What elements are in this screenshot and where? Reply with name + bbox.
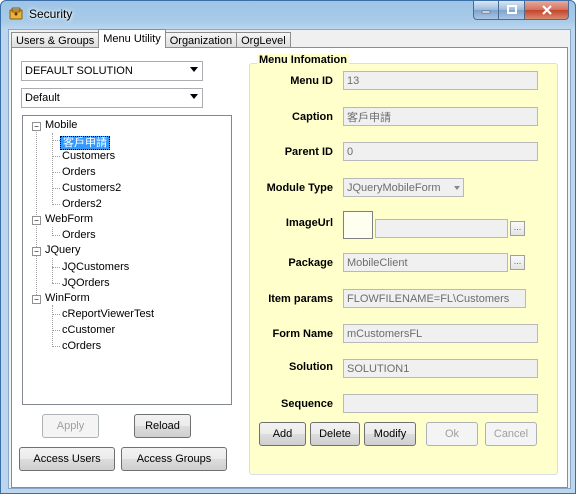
key-app-icon [9,7,23,20]
browse-image-button[interactable]: ... [510,221,525,236]
maximize-icon[interactable] [499,1,525,20]
tree-node-item[interactable]: Orders2 [62,198,102,210]
tree-connector [52,346,60,347]
tree-connector [52,305,53,345]
tree-connector [52,156,60,157]
tree-node-item[interactable]: JQCustomers [62,261,129,273]
parent-id-field[interactable]: 0 [343,142,538,161]
tree-connector [52,133,53,205]
parent-id-label: Parent ID [284,146,333,158]
tree-connector [36,126,37,299]
menu-id-label: Menu ID [290,75,333,87]
add-button[interactable]: Add [259,422,306,446]
tree-node-item[interactable]: cOrders [62,340,101,352]
tree-connector [52,267,60,268]
tree-connector [52,204,60,205]
window-title: Security [29,7,73,21]
tree-connector [52,283,60,284]
caption-label: Caption [292,111,333,123]
chevron-down-icon[interactable] [190,94,198,99]
modify-button[interactable]: Modify [364,422,416,446]
access-users-button[interactable]: Access Users [19,447,115,471]
browse-package-button[interactable]: ... [510,255,525,270]
tree-connector [52,314,60,315]
collapse-icon[interactable]: − [32,295,41,304]
form-name-field[interactable]: mCustomersFL [343,324,538,343]
item-params-field[interactable]: FLOWFILENAME=FL\Customers [343,289,526,308]
module-type-combo[interactable]: JQueryMobileForm [343,178,464,197]
tree-node-webform[interactable]: WebForm [45,213,93,225]
tab-menu-utility[interactable]: Menu Utility [98,29,166,48]
tree-node-selected[interactable]: 客戶申請 [60,134,110,150]
menu-utility-page: DEFAULT SOLUTION Default − Mobile 客戶申請 C… [11,47,568,488]
chevron-down-icon[interactable] [454,186,460,190]
package-label: Package [288,257,333,269]
ok-button[interactable]: Ok [426,422,478,446]
tree-node-item[interactable]: Customers2 [62,182,121,194]
tab-orglevel[interactable]: OrgLevel [236,32,291,48]
tab-strip: Users & Groups Menu Utility Organization… [11,29,291,48]
image-url-field[interactable] [375,219,508,238]
menu-id-field[interactable]: 13 [343,71,538,90]
tree-connector [52,172,60,173]
tree-node-item[interactable]: cReportViewerTest [62,308,154,320]
tree-connector [52,140,60,141]
form-name-label: Form Name [272,328,333,340]
item-params-label: Item params [268,293,333,305]
solution-label: Solution [289,361,333,373]
apply-button[interactable]: Apply [42,414,99,438]
solution-combo[interactable]: DEFAULT SOLUTION [21,61,203,81]
chevron-down-icon[interactable] [190,67,198,72]
collapse-icon[interactable]: − [32,247,41,256]
package-field[interactable]: MobileClient [343,253,508,272]
tree-node-label: 客戶申請 [60,136,110,150]
cancel-button[interactable]: Cancel [485,422,537,446]
access-groups-button[interactable]: Access Groups [121,447,227,471]
tab-organization[interactable]: Organization [164,32,238,48]
image-url-label: ImageUrl [285,217,333,229]
tree-connector [52,188,60,189]
tree-node-item[interactable]: Orders [62,166,96,178]
menu-combo-value: Default [25,92,60,104]
window-controls [473,1,569,21]
tree-connector [52,235,60,236]
sequence-label: Sequence [281,398,333,410]
security-window: Security Users & Groups Menu Utility Org… [0,0,576,494]
close-icon[interactable] [525,1,569,20]
menu-information-title: Menu Infomation [257,54,349,66]
tree-node-item[interactable]: Customers [62,150,115,162]
menu-tree[interactable]: − Mobile 客戶申請 Customers Orders Customers… [22,115,232,405]
solution-combo-value: DEFAULT SOLUTION [25,65,133,77]
menu-combo[interactable]: Default [21,88,203,108]
collapse-icon[interactable]: − [32,122,41,131]
sequence-field[interactable] [343,394,538,413]
tab-users-groups[interactable]: Users & Groups [11,32,100,48]
minimize-icon[interactable] [473,1,499,20]
module-type-label: Module Type [266,182,333,194]
caption-field[interactable]: 客戶申請 [343,107,538,126]
tree-node-item[interactable]: Orders [62,229,96,241]
tree-node-item[interactable]: JQOrders [62,277,110,289]
tree-node-winform[interactable]: WinForm [45,292,90,304]
tree-connector [52,330,60,331]
collapse-icon[interactable]: − [32,216,41,225]
image-preview [343,211,373,239]
solution-field[interactable]: SOLUTION1 [343,359,538,378]
tree-node-item[interactable]: cCustomer [62,324,115,336]
tree-node-jquery[interactable]: JQuery [45,244,80,256]
tree-node-mobile[interactable]: Mobile [45,119,77,131]
client-area: Users & Groups Menu Utility Organization… [8,29,571,489]
delete-button[interactable]: Delete [310,422,360,446]
tree-connector [52,258,53,283]
reload-button[interactable]: Reload [134,414,191,438]
module-type-value: JQueryMobileForm [347,181,441,194]
title-bar[interactable]: Security [1,1,575,27]
